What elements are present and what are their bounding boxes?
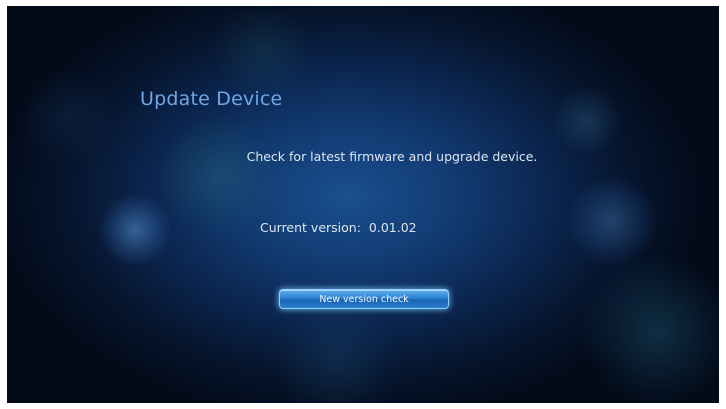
bokeh-light (267, 306, 407, 403)
page-title: Update Device (140, 88, 283, 110)
bokeh-light (567, 176, 657, 266)
update-description: Check for latest firmware and upgrade de… (246, 149, 538, 164)
bokeh-light (582, 256, 719, 403)
current-version-row: Current version: 0.01.02 (260, 220, 417, 235)
bokeh-light (157, 116, 277, 236)
current-version-value: 0.01.02 (368, 220, 417, 235)
bokeh-light (207, 6, 317, 96)
current-version-label: Current version: (260, 220, 361, 235)
display-frame: Update Device Check for latest firmware … (0, 0, 726, 409)
bokeh-light (552, 86, 622, 156)
update-device-screen: Update Device Check for latest firmware … (7, 6, 719, 403)
new-version-check-button[interactable]: New version check (279, 289, 449, 309)
bokeh-light (99, 194, 171, 266)
